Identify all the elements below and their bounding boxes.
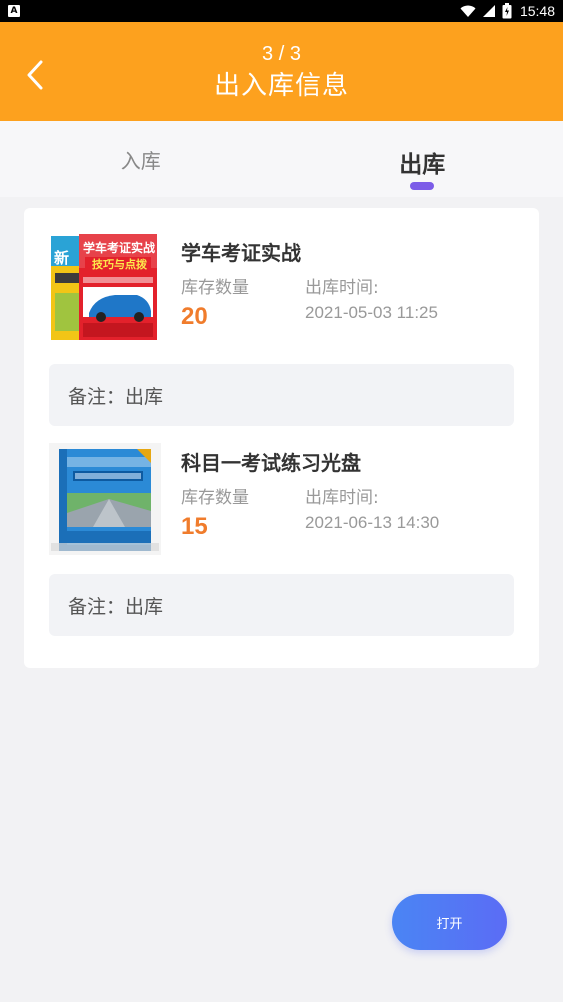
remark-box: 备注：出库 [49, 574, 514, 636]
page-counter: 3 / 3 [262, 43, 301, 65]
stock-quantity-label: 库存数量 [181, 488, 249, 508]
list-item[interactable]: 新 学车考证实战 技巧与点拨 学车考证实战 库存数量 20 出库时间: 2021… [24, 208, 539, 353]
product-image [49, 443, 161, 555]
app-header: 3 / 3 出入库信息 [0, 22, 563, 121]
remark-text: 备注：出库 [68, 595, 164, 618]
tab-outbound[interactable]: 出库 [282, 121, 563, 197]
stock-quantity-label: 库存数量 [181, 278, 249, 298]
product-name: 科目一考试练习光盘 [181, 451, 361, 475]
product-image: 新 学车考证实战 技巧与点拨 [49, 233, 161, 345]
open-button[interactable]: 打开 [392, 894, 507, 950]
outbound-time-label: 出库时间: [305, 488, 379, 508]
page-title: 出入库信息 [213, 71, 349, 101]
battery-icon [502, 3, 512, 19]
tab-active-indicator [410, 182, 435, 190]
stock-quantity-value: 15 [181, 513, 208, 540]
records-card: 新 学车考证实战 技巧与点拨 学车考证实战 库存数量 20 出库时间: 2021… [24, 208, 539, 668]
signal-icon [482, 5, 495, 17]
outbound-time-value: 2021-06-13 14:30 [305, 513, 440, 532]
tab-inbound[interactable]: 入库 [0, 121, 282, 197]
book-cover-subtitle: 技巧与点拨 [92, 257, 148, 271]
status-time: 15:48 [519, 3, 555, 19]
tab-label: 入库 [120, 149, 161, 173]
outbound-time-label: 出库时间: [305, 278, 379, 298]
remark-text: 备注：出库 [68, 385, 164, 408]
list-item[interactable]: 科目一考试练习光盘 库存数量 15 出库时间: 2021-06-13 14:30 [24, 418, 539, 563]
outbound-time-value: 2021-05-03 11:25 [305, 303, 438, 322]
tab-bar: 入库 出库 [0, 121, 563, 197]
product-name: 学车考证实战 [181, 241, 301, 265]
book-cover-title: 学车考证实战 [83, 240, 155, 255]
remark-box: 备注：出库 [49, 364, 514, 426]
wifi-icon [460, 5, 476, 17]
status-bar: A 15:48 [0, 0, 563, 22]
notification-a-icon: A [8, 5, 20, 17]
book-cover-text: 新 [54, 249, 69, 267]
tab-label: 出库 [399, 152, 446, 178]
stock-quantity-value: 20 [181, 303, 208, 330]
open-button-label: 打开 [436, 916, 463, 932]
